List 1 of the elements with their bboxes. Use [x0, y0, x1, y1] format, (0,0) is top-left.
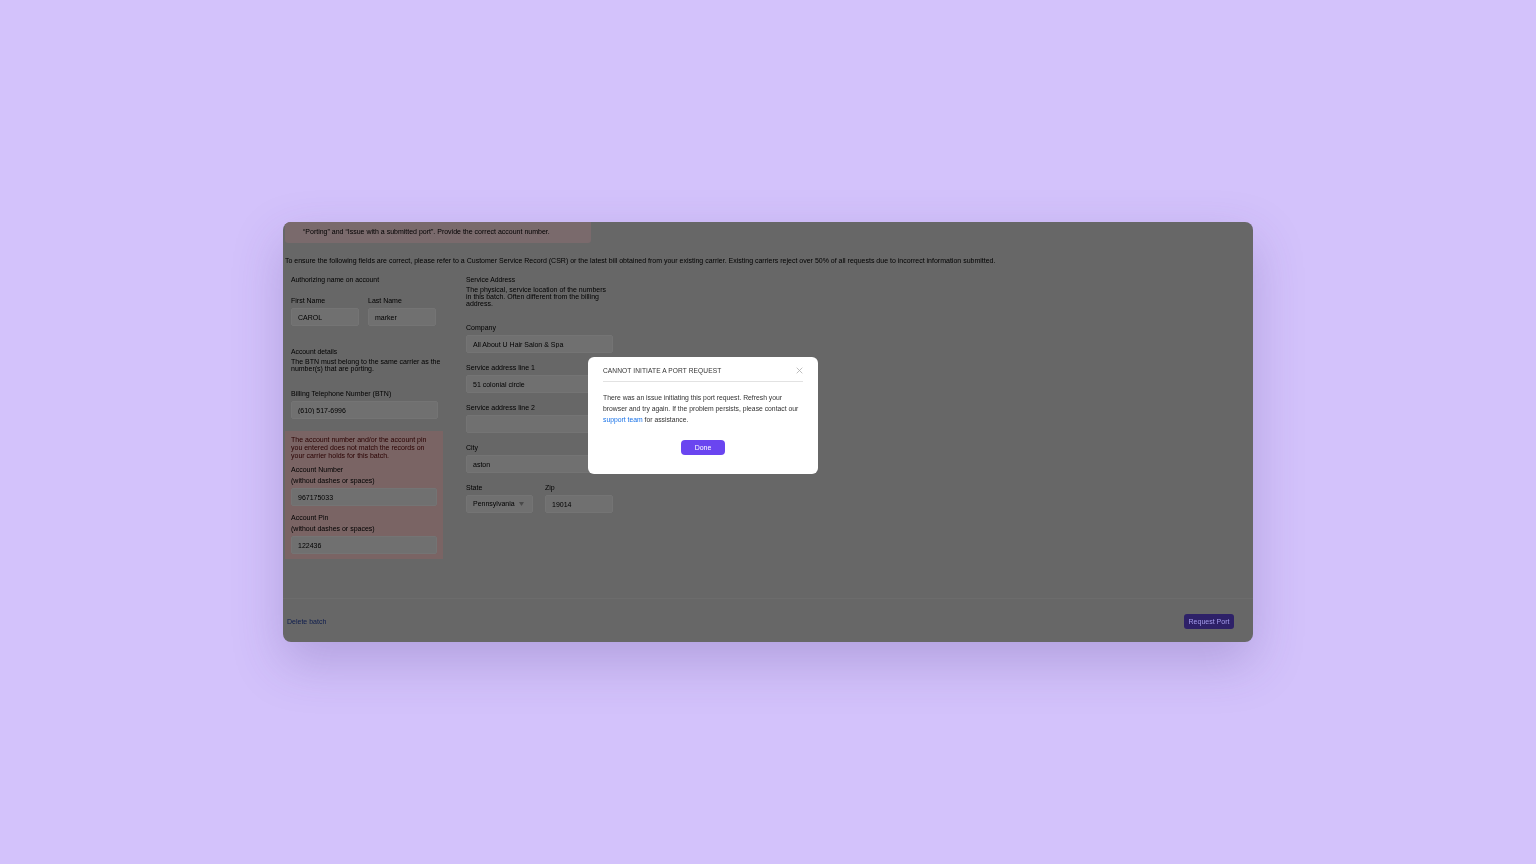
caret-icon — [519, 502, 524, 506]
